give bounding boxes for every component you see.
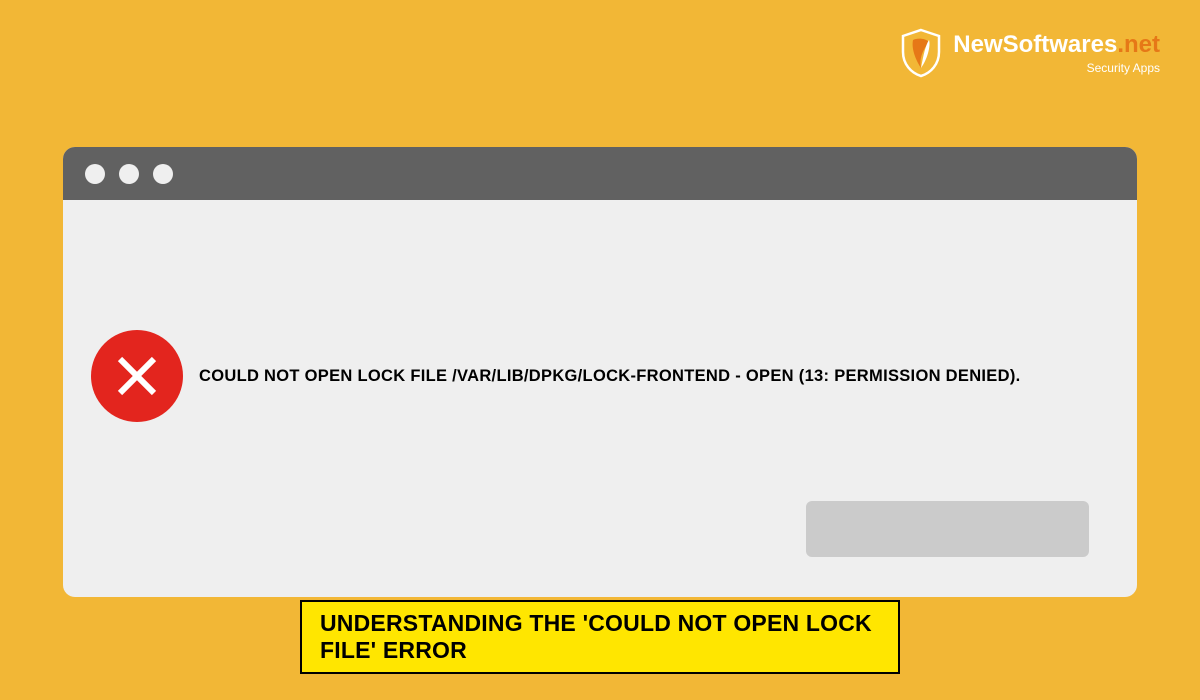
window-control-dot[interactable] — [153, 164, 173, 184]
shield-icon — [899, 28, 943, 78]
window-control-dot[interactable] — [119, 164, 139, 184]
browser-window: COULD NOT OPEN LOCK FILE /VAR/LIB/DPKG/L… — [63, 147, 1137, 597]
brand-logo: NewSoftwares.net Security Apps — [899, 28, 1160, 78]
error-message: COULD NOT OPEN LOCK FILE /VAR/LIB/DPKG/L… — [199, 367, 1021, 386]
error-row: COULD NOT OPEN LOCK FILE /VAR/LIB/DPKG/L… — [91, 330, 1021, 422]
caption-bar: UNDERSTANDING THE 'COULD NOT OPEN LOCK F… — [300, 600, 900, 674]
logo-brand: NewSoftwares.net — [953, 31, 1160, 59]
dialog-body: COULD NOT OPEN LOCK FILE /VAR/LIB/DPKG/L… — [63, 200, 1137, 597]
window-titlebar — [63, 147, 1137, 200]
logo-brand-right: .net — [1117, 31, 1160, 59]
error-x-icon — [91, 330, 183, 422]
caption-text: UNDERSTANDING THE 'COULD NOT OPEN LOCK F… — [320, 610, 880, 664]
logo-brand-left: NewSoftwares — [953, 31, 1117, 59]
logo-tagline: Security Apps — [953, 61, 1160, 75]
dialog-action-button[interactable] — [806, 501, 1089, 557]
window-control-dot[interactable] — [85, 164, 105, 184]
logo-text-block: NewSoftwares.net Security Apps — [953, 31, 1160, 75]
